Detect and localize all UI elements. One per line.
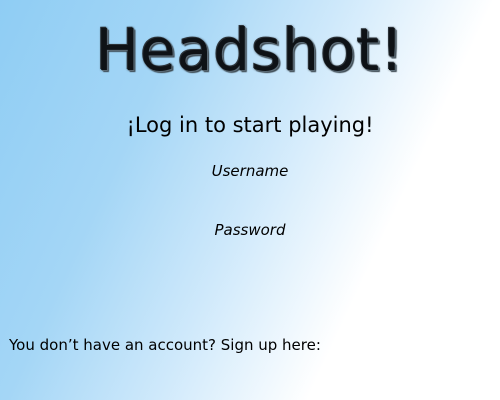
signup-prompt: You don’t have an account? Sign up here: [9, 336, 321, 354]
app-title: Headshot! [95, 16, 405, 84]
login-subtitle: ¡Log in to start playing! [126, 113, 374, 137]
username-label: Username [211, 162, 289, 180]
password-label: Password [214, 221, 286, 239]
